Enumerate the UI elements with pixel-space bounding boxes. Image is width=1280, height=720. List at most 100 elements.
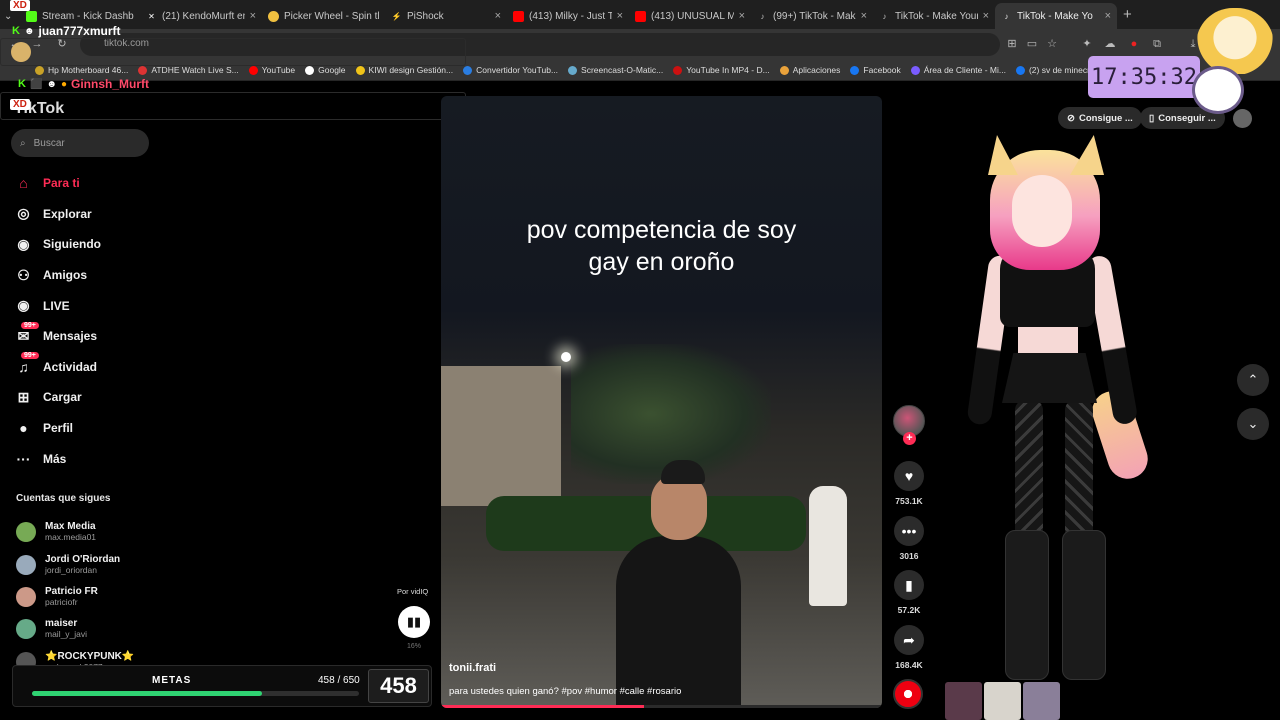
tab-picker-wheel[interactable]: Picker Wheel - Spin th: [262, 3, 385, 29]
close-icon[interactable]: ×: [983, 10, 989, 22]
main-nav: ⌂ Para ti ◎ Explorar ◉ Siguiendo ⚇ Amigos ◉ LIVE ✉…: [14, 168, 154, 474]
nav-item-amigos[interactable]: ⚇ Amigos: [14, 260, 154, 291]
avatar-boot: [1005, 530, 1049, 680]
badge-icon: ⬛: [29, 78, 43, 90]
upload-icon: ⊞: [17, 388, 30, 405]
bookmark-item[interactable]: Facebook: [845, 65, 905, 75]
chat-message: K ⬛ ☻ ● Ginnsh_Murft: [18, 77, 149, 91]
previous-video-button[interactable]: ⌃: [1237, 364, 1269, 396]
avatar-skirt: [1002, 353, 1097, 403]
bookmark-item[interactable]: Screencast-O-Matic...: [563, 65, 668, 75]
close-icon[interactable]: ×: [617, 10, 623, 22]
vidiq-percent: 16%: [407, 643, 422, 650]
video-description[interactable]: para ustedes quien ganó? #pov #humor #ca…: [449, 686, 681, 697]
share-button[interactable]: ➦ 168.4K: [890, 625, 928, 670]
nav-item-más[interactable]: ··· Más: [14, 443, 154, 474]
extension-icon[interactable]: ●: [1127, 37, 1141, 51]
tab-youtube-milky[interactable]: (413) Milky - Just The ×: [507, 3, 629, 29]
search-input[interactable]: ⌕ Buscar: [11, 129, 149, 157]
nav-item-para-ti[interactable]: ⌂ Para ti: [14, 168, 154, 199]
bookmark-item[interactable]: ATDHE Watch Live S...: [133, 65, 243, 75]
live-icon: ◉: [17, 297, 30, 314]
following-item[interactable]: maiser mail_y_javi: [16, 613, 156, 645]
tiktok-icon: ♪: [882, 11, 887, 21]
browser-tab-bar: ⌄ Stream - Kick Dashbo ✕ (21) KendoMurft…: [0, 0, 1280, 29]
close-icon[interactable]: ×: [739, 10, 745, 22]
close-icon[interactable]: ×: [250, 10, 256, 22]
bookmark-item[interactable]: YouTube: [244, 65, 300, 75]
youtube-icon: [635, 10, 646, 22]
nav-item-siguiendo[interactable]: ◉ Siguiendo: [14, 229, 154, 260]
tab-tiktok-2[interactable]: ♪ TikTok - Make Your D ×: [873, 3, 995, 29]
bookmark-favicon-icon: [35, 65, 44, 75]
following-item[interactable]: Patricio FR patriciofr: [16, 581, 156, 613]
follow-plus-icon[interactable]: +: [903, 432, 916, 445]
bookmark-item[interactable]: KIWI design Gestión...: [351, 65, 459, 75]
bookmark-item[interactable]: Hp Motherboard 46...: [30, 65, 133, 75]
nav-item-live[interactable]: ◉ LIVE: [14, 290, 154, 321]
chat-message: K ☻ juan777xmurft: [12, 24, 121, 38]
translate-icon[interactable]: ⊞: [1005, 37, 1019, 51]
kick-icon: K: [12, 25, 20, 37]
avatar-ear: [988, 135, 1018, 175]
ghost-icon: ☻: [23, 25, 35, 37]
video-author[interactable]: tonii.frati: [449, 662, 496, 674]
nav-item-explorar[interactable]: ◎ Explorar: [14, 199, 154, 230]
profile-icon: ●: [19, 420, 28, 437]
bookmark-favicon-icon: [568, 65, 578, 75]
close-icon[interactable]: ×: [861, 10, 867, 22]
tab-youtube-unusual[interactable]: (413) UNUSUAL MEM ×: [629, 3, 751, 29]
nav-item-actividad[interactable]: ♫ 99+ Actividad: [14, 352, 154, 383]
like-button[interactable]: ♥ 753.1K: [890, 461, 928, 506]
bookmark-item[interactable]: YouTube In MP4 - D...: [668, 65, 774, 75]
nav-item-mensajes[interactable]: ✉ 99+ Mensajes: [14, 321, 154, 352]
bookmark-item[interactable]: Área de Cliente - Mi...: [906, 65, 1011, 75]
user-avatar[interactable]: [1233, 109, 1252, 128]
following-item[interactable]: Jordi O'Riordan jordi_oriordan: [16, 548, 156, 580]
goal-fraction: 458 / 650: [318, 675, 360, 686]
comment-icon: •••: [894, 516, 924, 546]
bar-chart-icon: ▮▮: [406, 614, 422, 629]
music-disc-icon[interactable]: [893, 679, 923, 709]
get-coins-chip[interactable]: ⊘ Consigue ...: [1058, 107, 1142, 129]
vidiq-label: Por vidIQ: [397, 587, 429, 596]
bookmark-star-icon[interactable]: ☆: [1045, 37, 1059, 51]
nav-item-cargar[interactable]: ⊞ Cargar: [14, 382, 154, 413]
vtuber-avatar: [966, 135, 1160, 695]
home-icon: ⌂: [19, 175, 28, 192]
puzzle-icon[interactable]: ⧉: [1150, 37, 1164, 51]
tab-x[interactable]: ✕ (21) KendoMurft en X ×: [140, 3, 262, 29]
following-item[interactable]: Max Media max.media01: [16, 516, 156, 548]
youtube-icon: [513, 10, 524, 22]
close-icon[interactable]: ×: [495, 10, 501, 22]
goal-current-count: 458: [368, 669, 429, 703]
vidiq-stats-button[interactable]: ▮▮: [398, 606, 430, 638]
bookmark-item[interactable]: Aplicaciones: [775, 65, 846, 75]
comment-button[interactable]: ••• 3016: [890, 516, 928, 561]
bookmark-item[interactable]: Convertidor YouTub...: [458, 65, 563, 75]
video-building: [441, 366, 561, 506]
tab-pishock[interactable]: ⚡ PiShock ×: [385, 3, 507, 29]
close-icon[interactable]: ×: [1105, 10, 1111, 22]
video-progress[interactable]: [441, 705, 882, 708]
new-tab-button[interactable]: +: [1123, 6, 1132, 23]
chevron-up-icon: ⌃: [1247, 372, 1259, 387]
video-person: [616, 536, 741, 708]
next-video-button[interactable]: ⌄: [1237, 408, 1269, 440]
extension-icon[interactable]: ✦: [1080, 37, 1094, 51]
video-person-cap: [661, 460, 705, 484]
kick-icon: [26, 10, 37, 22]
avatar-ear: [1070, 135, 1104, 175]
save-button[interactable]: ▮ 57.2K: [890, 570, 928, 615]
extension-icon[interactable]: ☁: [1103, 37, 1117, 51]
tab-tiktok-1[interactable]: ♪ (99+) TikTok - Make Y ×: [751, 3, 873, 29]
bookmark-favicon-icon: [463, 65, 473, 75]
wheel-icon: [268, 10, 279, 22]
nav-item-perfil[interactable]: ● Perfil: [14, 413, 154, 444]
bookmark-item[interactable]: Google: [300, 65, 350, 75]
emote-thumb: [1023, 682, 1060, 720]
video-player[interactable]: pov competencia de soy gay en oroño toni…: [441, 96, 882, 708]
cast-icon[interactable]: ▭: [1025, 37, 1039, 51]
video-streetlamp: [561, 352, 571, 362]
tab-tiktok-active[interactable]: ♪ TikTok - Make Yo ×: [995, 3, 1117, 29]
